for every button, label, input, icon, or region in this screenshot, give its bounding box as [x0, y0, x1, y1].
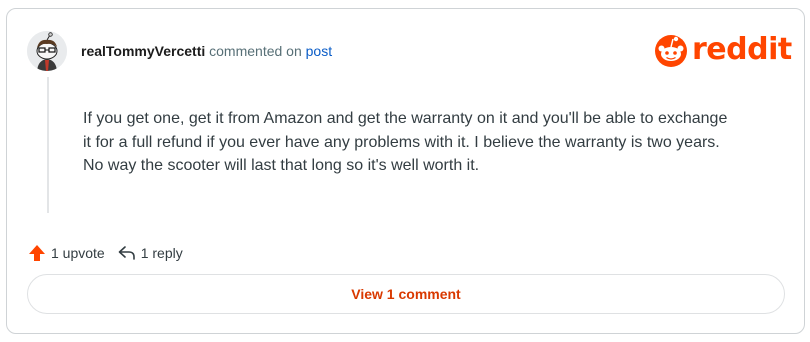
reply-arrow-icon: [118, 246, 135, 260]
reddit-wordmark: reddit: [692, 32, 792, 67]
view-comments-label: View 1 comment: [351, 286, 461, 302]
upvote-button[interactable]: 1 upvote: [27, 243, 105, 263]
reddit-logo[interactable]: reddit: [654, 33, 792, 67]
comment-card: realTommyVercetti commented on post redd…: [6, 8, 805, 334]
snoo-avatar-icon: [27, 31, 67, 71]
upvote-count: 1 upvote: [51, 245, 105, 261]
comment-meta: realTommyVercetti commented on post: [81, 42, 332, 60]
comment-body: If you get one, get it from Amazon and g…: [83, 110, 728, 174]
thread-line: [47, 77, 49, 213]
reply-button[interactable]: 1 reply: [117, 243, 183, 263]
comment-actions: 1 upvote 1 reply: [27, 243, 195, 263]
view-comments-button[interactable]: View 1 comment: [27, 274, 785, 314]
reply-count: 1 reply: [140, 245, 183, 261]
reddit-snoo-icon: [655, 35, 687, 67]
upvote-arrow-icon: [29, 245, 45, 261]
post-link[interactable]: post: [306, 43, 332, 59]
action-text: commented on: [209, 43, 302, 59]
username-link[interactable]: realTommyVercetti: [81, 43, 205, 59]
user-avatar[interactable]: [27, 31, 67, 71]
